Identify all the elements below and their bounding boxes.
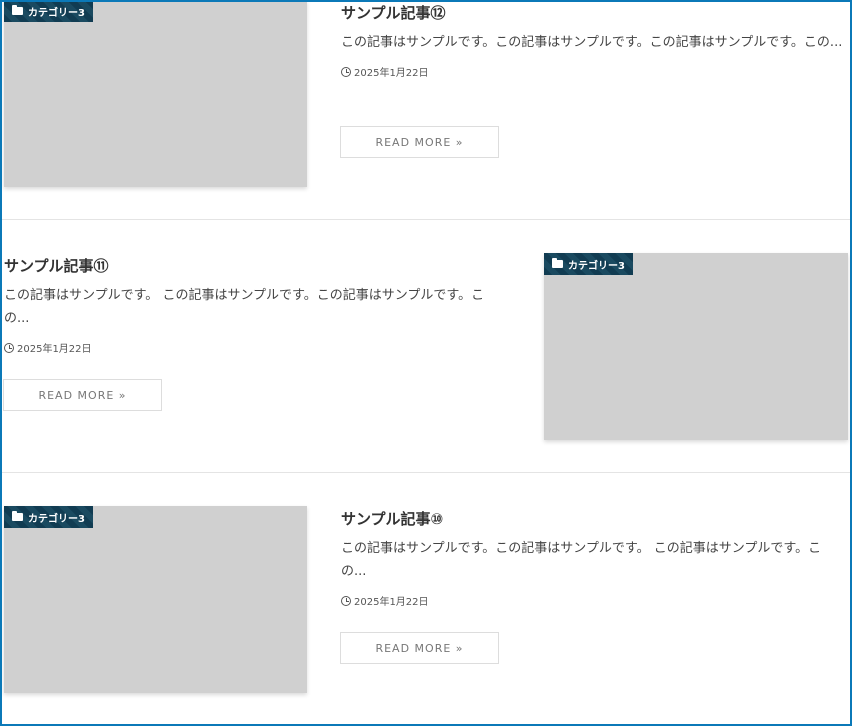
divider [2, 219, 850, 220]
clock-icon [4, 342, 14, 353]
category-badge[interactable]: カテゴリー3 [544, 253, 633, 275]
post-card: カテゴリー3 サンプル記事⑫ この記事はサンプルです。この記事はサンプルです。こ… [4, 2, 850, 220]
post-excerpt: この記事はサンプルです。この記事はサンプルです。 この記事はサンプルです。この.… [341, 541, 822, 579]
read-more-button[interactable]: READ MORE » [340, 126, 499, 158]
post-thumbnail[interactable]: カテゴリー3 [4, 506, 307, 693]
post-text: サンプル記事⑫ この記事はサンプルです。この記事はサンプルです。この記事はサンプ… [341, 2, 845, 79]
read-more-button[interactable]: READ MORE » [340, 632, 499, 664]
clock-icon [341, 66, 351, 77]
post-list: カテゴリー3 サンプル記事⑫ この記事はサンプルです。この記事はサンプルです。こ… [0, 0, 852, 726]
post-title[interactable]: サンプル記事⑩ [341, 508, 829, 529]
post-excerpt: この記事はサンプルです。この記事はサンプルです。この記事はサンプルです。この..… [341, 35, 843, 50]
post-text: サンプル記事⑩ この記事はサンプルです。この記事はサンプルです。 この記事はサン… [341, 508, 829, 608]
post-date: 2025年1月22日 [4, 340, 494, 355]
post-text: サンプル記事⑪ この記事はサンプルです。 この記事はサンプルです。この記事はサン… [4, 255, 494, 355]
read-more-button[interactable]: READ MORE » [3, 379, 162, 411]
category-badge[interactable]: カテゴリー3 [4, 506, 93, 528]
post-date: 2025年1月22日 [341, 64, 845, 79]
post-card: サンプル記事⑪ この記事はサンプルです。 この記事はサンプルです。この記事はサン… [3, 253, 850, 473]
post-title[interactable]: サンプル記事⑪ [4, 255, 494, 276]
post-thumbnail[interactable]: カテゴリー3 [4, 2, 307, 187]
divider [2, 472, 850, 473]
clock-icon [341, 595, 351, 606]
post-excerpt: この記事はサンプルです。 この記事はサンプルです。この記事はサンプルです。この.… [4, 288, 485, 326]
folder-icon [552, 258, 563, 268]
folder-icon [12, 511, 23, 521]
post-title[interactable]: サンプル記事⑫ [341, 2, 845, 23]
post-date: 2025年1月22日 [341, 593, 829, 608]
folder-icon [12, 5, 23, 15]
category-badge[interactable]: カテゴリー3 [4, 2, 93, 22]
post-card: カテゴリー3 サンプル記事⑩ この記事はサンプルです。この記事はサンプルです。 … [4, 506, 850, 724]
post-thumbnail[interactable]: カテゴリー3 [544, 253, 848, 440]
